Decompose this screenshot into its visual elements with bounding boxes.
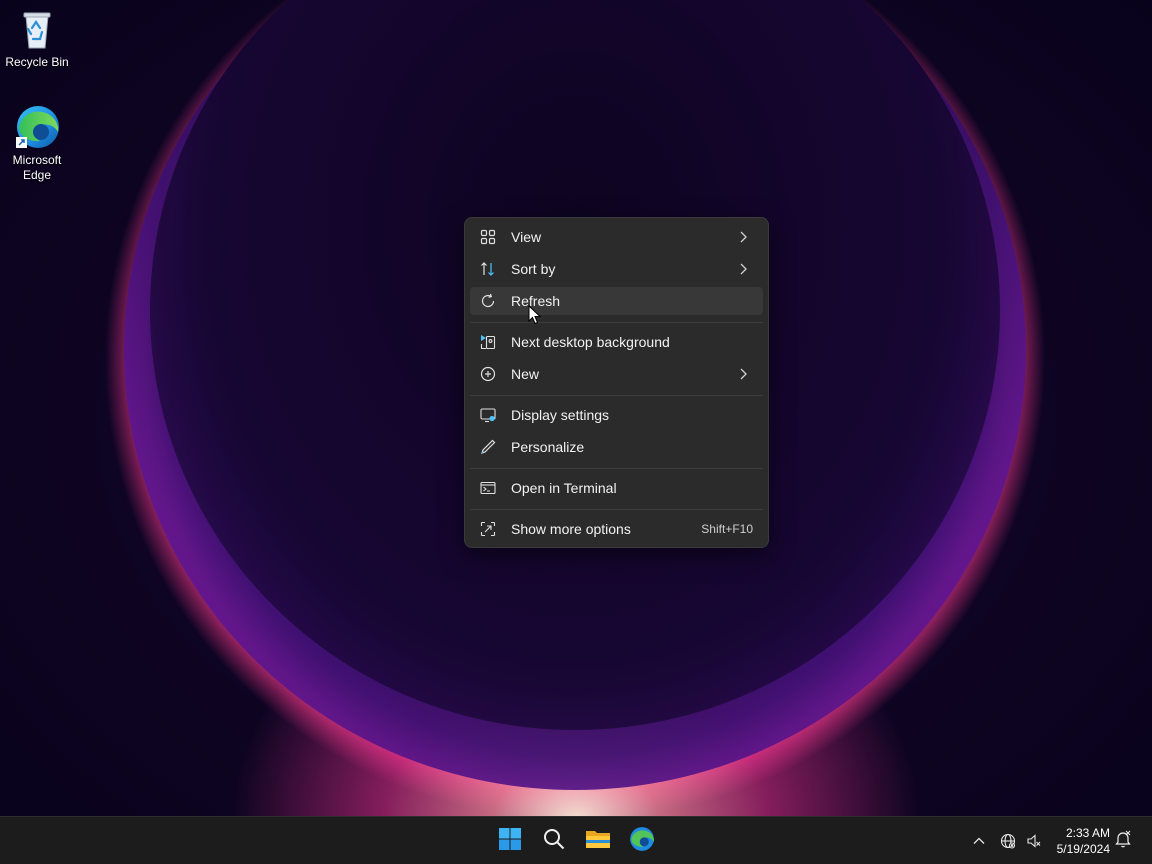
menu-item-label: Next desktop background bbox=[511, 334, 670, 350]
plus-circle-icon bbox=[479, 365, 497, 383]
menu-separator bbox=[470, 322, 763, 323]
edge-icon bbox=[629, 826, 655, 857]
next-background-icon bbox=[479, 333, 497, 351]
volume-muted-icon[interactable] bbox=[1022, 833, 1046, 849]
edge-icon bbox=[14, 104, 60, 150]
menu-item-view[interactable]: View bbox=[470, 223, 763, 251]
menu-item-label: Refresh bbox=[511, 293, 561, 309]
system-tray bbox=[968, 817, 1046, 864]
display-settings-icon bbox=[479, 406, 497, 424]
desktop-icon-recycle-bin[interactable]: Recycle Bin bbox=[0, 6, 74, 70]
chevron-up-icon[interactable] bbox=[968, 834, 990, 848]
desktop-context-menu: View Sort by Refresh Next desktop backgr… bbox=[464, 217, 769, 548]
menu-item-personalize[interactable]: Personalize bbox=[470, 433, 763, 461]
menu-item-label: Open in Terminal bbox=[511, 480, 617, 496]
mouse-cursor-icon bbox=[528, 304, 542, 325]
windows-start-icon bbox=[498, 827, 522, 856]
clock-time: 2:33 AM bbox=[1065, 826, 1110, 840]
menu-item-display-settings[interactable]: Display settings bbox=[470, 401, 763, 429]
recycle-bin-icon bbox=[14, 6, 60, 52]
notification-bell-icon bbox=[1114, 830, 1132, 853]
menu-item-label: View bbox=[511, 229, 542, 245]
desktop-icon-microsoft-edge[interactable]: Microsoft Edge bbox=[0, 104, 74, 183]
search-button[interactable] bbox=[536, 823, 572, 859]
desktop-icon-label: Recycle Bin bbox=[5, 55, 69, 69]
menu-separator bbox=[470, 395, 763, 396]
desktop-icon-label: Microsoft Edge bbox=[12, 153, 62, 182]
menu-item-label: New bbox=[511, 366, 540, 382]
menu-separator bbox=[470, 509, 763, 510]
sort-icon bbox=[479, 260, 497, 278]
menu-item-next-desktop-background[interactable]: Next desktop background bbox=[470, 328, 763, 356]
clock-date: 5/19/2024 bbox=[1056, 842, 1110, 856]
menu-item-sort-by[interactable]: Sort by bbox=[470, 255, 763, 283]
more-options-icon bbox=[479, 520, 497, 538]
terminal-icon bbox=[479, 479, 497, 497]
clock[interactable]: 2:33 AM 5/19/2024 bbox=[1057, 825, 1110, 857]
chevron-right-icon bbox=[735, 229, 751, 245]
menu-item-show-more-options[interactable]: Show more options Shift+F10 bbox=[470, 515, 763, 543]
menu-item-label: Personalize bbox=[511, 439, 585, 455]
pen-icon bbox=[479, 438, 497, 456]
chevron-right-icon bbox=[735, 261, 751, 277]
file-explorer-button[interactable] bbox=[580, 823, 616, 859]
menu-item-new[interactable]: New bbox=[470, 360, 763, 388]
menu-item-open-in-terminal[interactable]: Open in Terminal bbox=[470, 474, 763, 502]
shortcut-label: Shift+F10 bbox=[701, 522, 753, 536]
grid-icon bbox=[479, 228, 497, 246]
start-button[interactable] bbox=[492, 823, 528, 859]
chevron-right-icon bbox=[735, 366, 751, 382]
notification-button[interactable] bbox=[1114, 817, 1132, 864]
taskbar: 2:33 AM 5/19/2024 bbox=[0, 816, 1152, 864]
menu-item-label: Show more options bbox=[511, 521, 631, 537]
file-explorer-icon bbox=[585, 827, 611, 856]
network-icon[interactable] bbox=[994, 833, 1022, 849]
menu-item-refresh[interactable]: Refresh bbox=[470, 287, 763, 315]
menu-item-label: Sort by bbox=[511, 261, 556, 277]
search-icon bbox=[542, 827, 566, 856]
menu-item-label: Display settings bbox=[511, 407, 610, 423]
refresh-icon bbox=[479, 292, 497, 310]
menu-separator bbox=[470, 468, 763, 469]
edge-taskbar-button[interactable] bbox=[624, 823, 660, 859]
